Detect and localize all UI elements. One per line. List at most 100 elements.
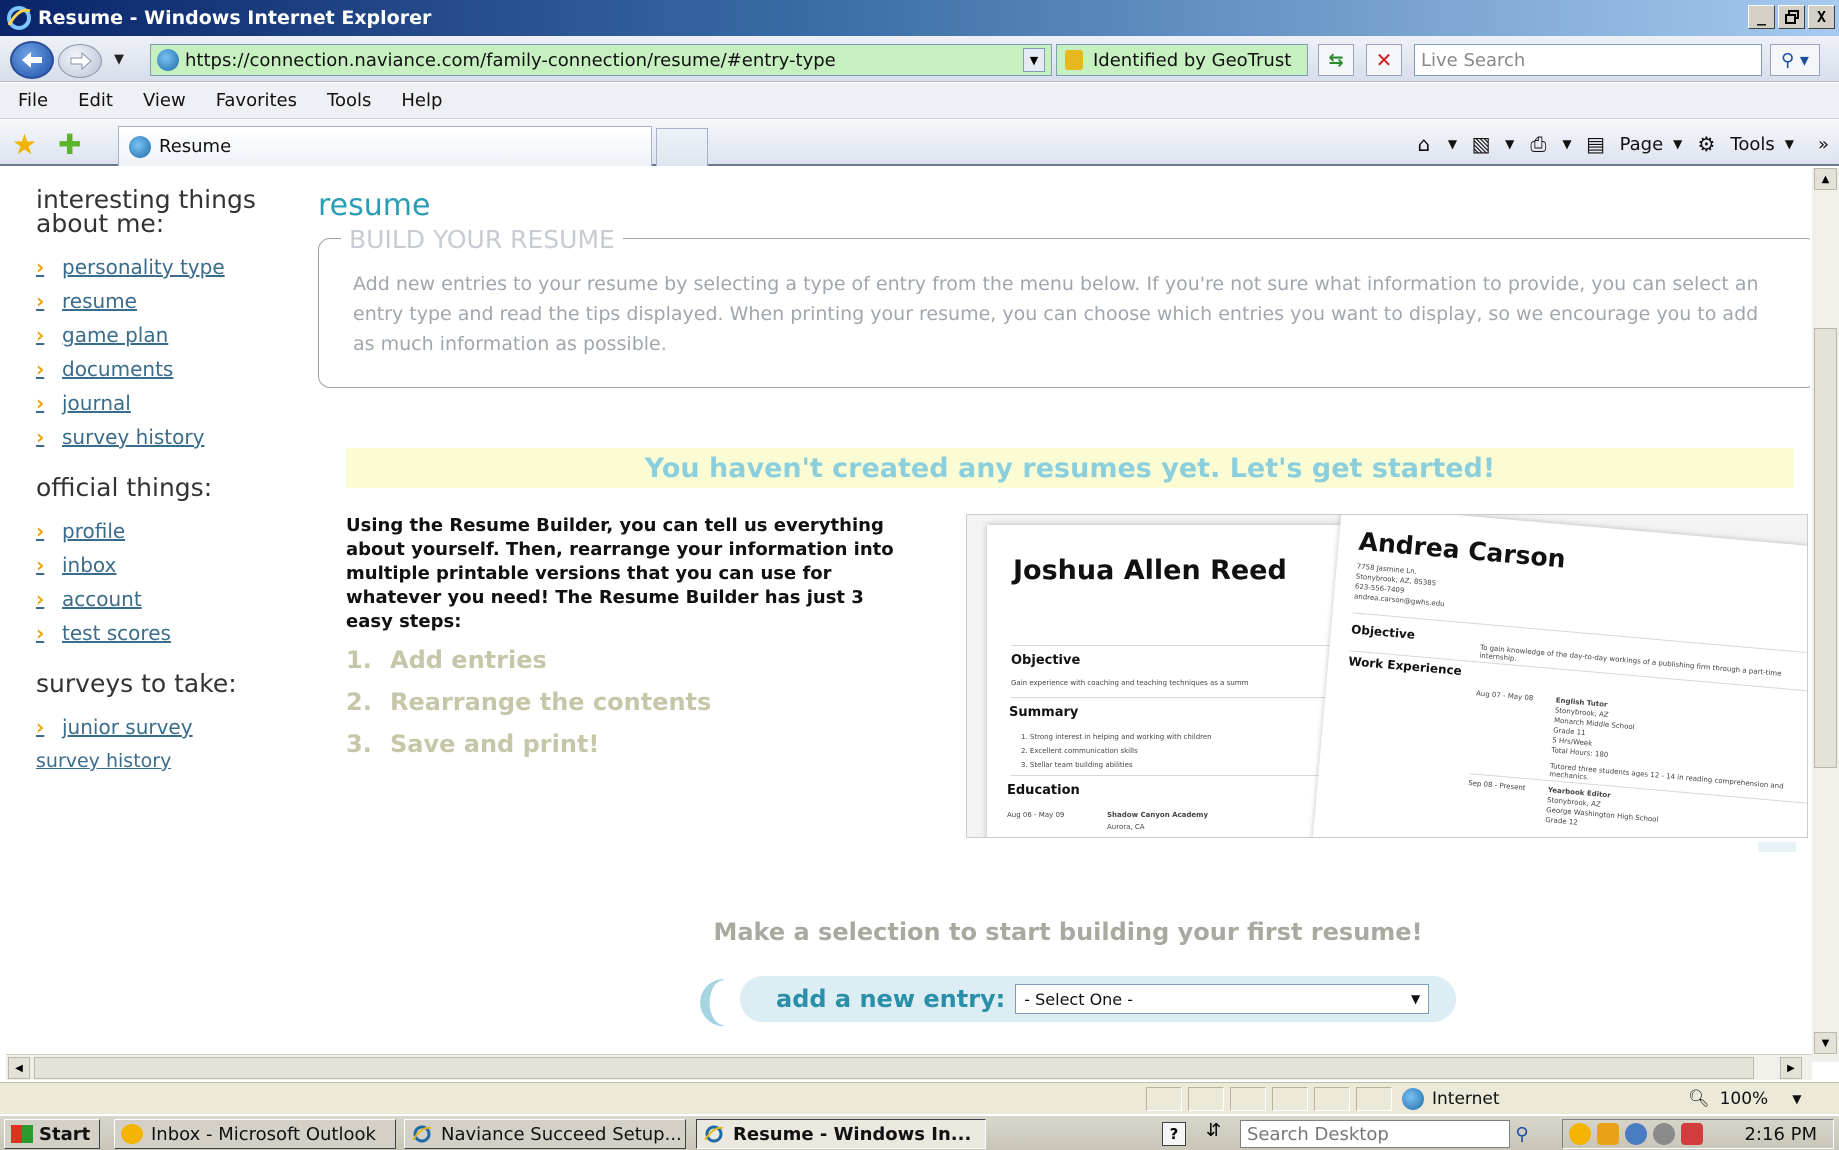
sidebar-item-test-scores[interactable]: › test scores: [36, 616, 296, 650]
scroll-down-button[interactable]: ▼: [1814, 1032, 1837, 1054]
zoom-dropdown-icon[interactable]: ▼: [1792, 1092, 1801, 1106]
menu-file[interactable]: File: [18, 90, 48, 111]
sample-section-heading: Objective: [1011, 653, 1081, 668]
page-menu-button[interactable]: Page: [1620, 134, 1664, 155]
outlook-icon: [121, 1124, 143, 1144]
chevron-right-icon: ›: [36, 553, 45, 577]
zoom-level: 100%: [1719, 1089, 1769, 1109]
scroll-right-button[interactable]: ▶: [1780, 1057, 1802, 1079]
tray-update-icon[interactable]: [1625, 1123, 1647, 1145]
build-resume-box: BUILD YOUR RESUME Add new entries to you…: [318, 225, 1810, 388]
sidebar-item-journal[interactable]: › journal: [36, 386, 296, 420]
print-dropdown[interactable]: ▼: [1562, 137, 1571, 151]
sidebar-item-survey-history[interactable]: › survey history: [36, 420, 296, 454]
toolbar-overflow-button[interactable]: »: [1818, 134, 1829, 155]
address-dropdown-button[interactable]: ▼: [1023, 48, 1045, 72]
print-icon[interactable]: ⎙: [1524, 131, 1552, 157]
task-outlook[interactable]: Inbox - Microsoft Outlook: [114, 1119, 396, 1149]
vertical-scrollbar[interactable]: ▲ ▼: [1812, 168, 1839, 1062]
security-zone-label: Internet: [1432, 1089, 1500, 1109]
close-icon: ✕: [1375, 48, 1393, 72]
vertical-scroll-thumb[interactable]: [1814, 328, 1837, 768]
globe-icon: [1402, 1088, 1424, 1110]
window-title: Resume - Windows Internet Explorer: [38, 7, 432, 29]
feeds-dropdown[interactable]: ▼: [1505, 137, 1514, 151]
back-button[interactable]: [10, 41, 54, 79]
arrow-right-icon: [70, 51, 92, 71]
task-naviance-setup[interactable]: Naviance Succeed Setup...: [404, 1119, 686, 1149]
restore-button[interactable]: [1778, 5, 1805, 29]
forward-button[interactable]: [58, 44, 102, 78]
security-zone[interactable]: Internet: [1402, 1087, 1500, 1111]
horizontal-scrollbar[interactable]: ◀ ▶: [6, 1054, 1812, 1080]
start-button[interactable]: Start: [4, 1119, 100, 1149]
tray-antivirus-icon[interactable]: [1681, 1123, 1703, 1145]
gear-icon: ⚙: [1697, 132, 1716, 156]
chevron-right-icon: ›: [36, 425, 45, 449]
tray-app-icon[interactable]: [1569, 1123, 1591, 1145]
sidebar-item-resume[interactable]: › resume: [36, 284, 296, 318]
sidebar-item-documents[interactable]: › documents: [36, 352, 296, 386]
sample-text: Grade 12: [1544, 815, 1579, 827]
desktop-search-input[interactable]: Search Desktop: [1240, 1120, 1510, 1148]
sidebar-item-account[interactable]: › account: [36, 582, 296, 616]
sidebar-item-inbox[interactable]: › inbox: [36, 548, 296, 582]
security-report-button[interactable]: Identified by GeoTrust: [1056, 44, 1308, 76]
recent-pages-dropdown[interactable]: ▼: [114, 52, 124, 67]
sample-text: Gain experience with coaching and teachi…: [1011, 679, 1249, 687]
sidebar-item-game-plan[interactable]: › game plan: [36, 318, 296, 352]
sidebar-item-profile[interactable]: › profile: [36, 514, 296, 548]
sample-name: Joshua Allen Reed: [1013, 555, 1287, 586]
arrow-left-icon: [22, 52, 42, 68]
sample-text: Total Hours: 180: [1551, 746, 1609, 760]
chevron-down-icon: ▼: [1411, 992, 1421, 1006]
step-item: 1. Add entries: [346, 646, 547, 674]
search-icon[interactable]: ⚲: [1504, 1120, 1540, 1148]
address-field[interactable]: https://connection.naviance.com/family-c…: [150, 44, 1052, 76]
new-tab-button[interactable]: [656, 128, 708, 166]
task-resume-ie[interactable]: Resume - Windows In...: [696, 1119, 986, 1149]
feeds-icon[interactable]: ▧: [1467, 131, 1495, 157]
scroll-up-button[interactable]: ▲: [1814, 168, 1837, 190]
menu-help[interactable]: Help: [401, 90, 442, 111]
menu-favorites[interactable]: Favorites: [216, 90, 297, 111]
sample-text: Aurora, CA: [1107, 823, 1145, 831]
entry-type-select[interactable]: - Select One - ▼: [1015, 984, 1430, 1014]
address-url[interactable]: https://connection.naviance.com/family-c…: [185, 50, 1023, 71]
status-panel: [1314, 1087, 1350, 1111]
horizontal-scroll-thumb[interactable]: [34, 1057, 1754, 1079]
tab-command-bar: ★ ✚ Resume ⌂ ▼ ▧ ▼ ⎙ ▼ ▤ Page ▼ ⚙ Tools ▼ »: [0, 120, 1839, 166]
sample-text: Aug 06 - May 09: [1007, 811, 1065, 819]
stop-button[interactable]: ✕: [1366, 44, 1402, 76]
minimize-button[interactable]: _: [1748, 5, 1775, 29]
shield-icon[interactable]: [1597, 1123, 1619, 1145]
search-button[interactable]: ⚲ ▾: [1770, 44, 1820, 76]
live-search-input[interactable]: Live Search: [1414, 44, 1762, 76]
add-favorites-icon[interactable]: ✚: [58, 128, 81, 161]
menu-tools[interactable]: Tools: [327, 90, 371, 111]
sidebar-item-junior-survey[interactable]: › junior survey: [36, 710, 296, 744]
page-dropdown[interactable]: ▼: [1673, 137, 1682, 151]
sidebar-item-personality-type[interactable]: › personality type: [36, 250, 296, 284]
chevron-right-icon: ›: [36, 289, 45, 313]
tools-menu-button[interactable]: Tools: [1730, 134, 1774, 155]
survey-history-link[interactable]: survey history: [36, 750, 296, 772]
zoom-control[interactable]: 🔍︎ 100% ▼: [1688, 1087, 1801, 1111]
home-dropdown[interactable]: ▼: [1448, 137, 1457, 151]
tab-resume[interactable]: Resume: [118, 126, 652, 166]
quick-launch-toggle-icon[interactable]: ⇵: [1206, 1120, 1221, 1141]
close-button[interactable]: X: [1808, 5, 1835, 29]
home-icon[interactable]: ⌂: [1410, 131, 1438, 157]
favorites-center-icon[interactable]: ★: [12, 128, 37, 161]
menu-view[interactable]: View: [143, 90, 186, 111]
menu-edit[interactable]: Edit: [78, 90, 113, 111]
refresh-button[interactable]: ⇆: [1318, 44, 1354, 76]
scroll-left-button[interactable]: ◀: [8, 1057, 30, 1079]
windows-logo-icon: [11, 1125, 33, 1143]
tray-network-icon[interactable]: [1653, 1123, 1675, 1145]
taskbar-clock[interactable]: 2:16 PM: [1744, 1124, 1817, 1145]
sidebar-heading-interesting: interesting things about me:: [36, 185, 256, 238]
window-title-bar: Resume - Windows Internet Explorer _ X: [0, 0, 1839, 36]
tools-dropdown[interactable]: ▼: [1785, 137, 1794, 151]
help-button[interactable]: ?: [1162, 1122, 1186, 1146]
